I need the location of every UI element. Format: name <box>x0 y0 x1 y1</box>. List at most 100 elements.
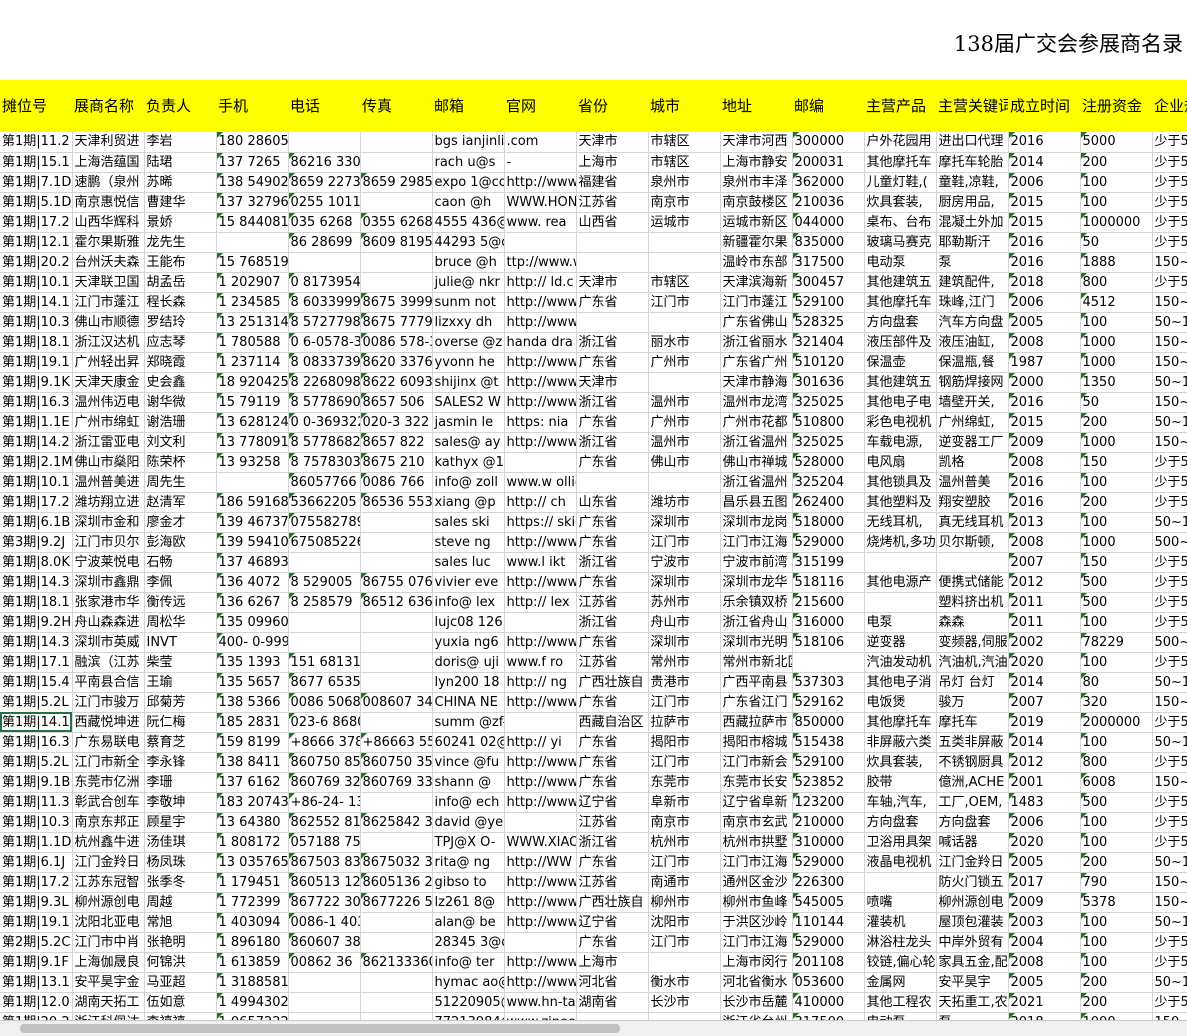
table-cell[interactable]: www.w ollie.com <box>504 472 577 493</box>
table-cell[interactable]: +86-24- 132833 <box>288 792 361 813</box>
table-cell[interactable]: 苏州市 <box>648 592 721 613</box>
table-cell[interactable]: 137 32796 <box>216 192 289 213</box>
table-cell[interactable]: 529000 <box>792 932 865 953</box>
table-cell[interactable]: 100 <box>1080 612 1153 633</box>
table-cell[interactable]: http://www <box>504 752 577 773</box>
table-cell[interactable]: 新疆霍尔果 <box>720 232 793 253</box>
table-cell[interactable]: 河北省 <box>576 972 649 993</box>
table-cell[interactable] <box>792 652 865 673</box>
table-cell[interactable]: 325025 <box>792 392 865 413</box>
table-cell[interactable]: www.f ro <box>504 652 577 673</box>
table-cell[interactable]: 淋浴柱龙头 <box>864 932 937 953</box>
table-cell[interactable]: 8 258579 <box>288 592 361 613</box>
table-cell[interactable]: 515438 <box>792 732 865 753</box>
table-cell[interactable]: overse @z <box>432 332 505 353</box>
table-cell[interactable]: 衡水市 <box>648 972 721 993</box>
table-cell[interactable]: 316000 <box>792 612 865 633</box>
table-cell[interactable] <box>360 252 433 273</box>
table-cell[interactable]: 长沙市 <box>648 992 721 1013</box>
table-cell[interactable]: 第1期|17.2 <box>0 492 73 513</box>
table-cell[interactable]: 50~15 <box>1152 672 1187 693</box>
table-cell[interactable]: 0086-1 40309495 <box>288 912 361 933</box>
table-cell[interactable]: 135 09960 <box>216 612 289 633</box>
table-cell[interactable]: 50~15 <box>1152 972 1187 993</box>
table-cell[interactable]: 020-3 322 <box>360 412 433 433</box>
table-cell[interactable]: 周先生 <box>144 472 217 493</box>
table-cell[interactable]: 第1期|14.3 <box>0 632 73 653</box>
table-cell[interactable]: 浙江省舟山 <box>720 612 793 633</box>
table-cell[interactable]: 东莞市亿洲 <box>72 772 145 793</box>
table-cell[interactable]: 2016 <box>1008 232 1081 253</box>
table-cell[interactable]: 2003 <box>1008 912 1081 933</box>
table-cell[interactable]: 第1期|8.0K <box>0 552 73 573</box>
table-cell[interactable]: 广东省 <box>576 532 649 553</box>
table-cell[interactable] <box>504 232 577 253</box>
table-cell[interactable]: 325025 <box>792 432 865 453</box>
table-cell[interactable]: 东莞市 <box>648 772 721 793</box>
table-cell[interactable]: 第1期|1.1D <box>0 832 73 853</box>
table-cell[interactable] <box>504 812 577 833</box>
table-cell[interactable]: 150~ <box>1152 352 1187 373</box>
table-cell[interactable]: 150~ <box>1152 252 1187 273</box>
table-cell[interactable]: 湖南省 <box>576 992 649 1013</box>
table-cell[interactable]: 528000 <box>792 452 865 473</box>
table-cell[interactable]: 伍如意 <box>144 992 217 1013</box>
table-cell[interactable]: 13 778091 <box>216 432 289 453</box>
table-cell[interactable]: 400- 0-9997 <box>216 632 289 653</box>
table-cell[interactable]: 00862 36 <box>288 952 361 973</box>
table-cell[interactable]: 浙江省 <box>576 332 649 353</box>
table-cell[interactable]: info@ zoll <box>432 472 505 493</box>
table-cell[interactable]: 1483 <box>1008 792 1081 813</box>
table-cell[interactable]: 529100 <box>792 292 865 313</box>
table-cell[interactable]: 江苏省 <box>576 652 649 673</box>
table-cell[interactable]: 何锦洪 <box>144 952 217 973</box>
table-cell[interactable]: 第1期|6.1B <box>0 512 73 533</box>
table-cell[interactable]: 13 64380 <box>216 812 289 833</box>
table-cell[interactable]: 2009 <box>1008 432 1081 453</box>
table-cell[interactable]: 少于5 <box>1152 992 1187 1013</box>
table-cell[interactable]: - <box>504 152 577 173</box>
table-cell[interactable]: 518106 <box>792 632 865 653</box>
table-cell[interactable]: 529000 <box>792 532 865 553</box>
table-cell[interactable]: 江门市 <box>648 692 721 713</box>
table-cell[interactable]: 2007 <box>1008 692 1081 713</box>
table-cell[interactable]: 逆变器 <box>864 632 937 653</box>
column-header[interactable]: 主营关键词 <box>936 80 1008 132</box>
table-cell[interactable]: 135 5657 <box>216 672 289 693</box>
table-cell[interactable] <box>864 552 937 573</box>
table-cell[interactable]: 广西平南县 <box>720 672 793 693</box>
column-header[interactable]: 邮箱 <box>432 80 504 132</box>
table-cell[interactable]: 186 59168 <box>216 492 289 513</box>
table-cell[interactable]: 2008 <box>1008 332 1081 353</box>
table-cell[interactable]: 第1期|11.3 <box>0 792 73 813</box>
table-cell[interactable]: 2005 <box>1008 852 1081 873</box>
table-cell[interactable]: ttp://www.wolfsonpump.com/ <box>504 252 577 273</box>
table-cell[interactable]: 山西华辉科 <box>72 212 145 233</box>
table-cell[interactable] <box>648 472 721 493</box>
table-cell[interactable]: http:// ng <box>504 672 577 693</box>
column-header[interactable]: 邮编 <box>792 80 864 132</box>
table-cell[interactable]: 第1期|14.1 <box>0 292 73 313</box>
table-cell[interactable]: 136 4072 <box>216 572 289 593</box>
table-cell[interactable]: 2016 <box>1008 472 1081 493</box>
table-cell[interactable]: 86536 553 <box>360 492 433 513</box>
table-cell[interactable] <box>504 612 577 633</box>
table-cell[interactable]: jasmin le <box>432 412 505 433</box>
table-cell[interactable]: 13 251314 <box>216 312 289 333</box>
table-cell[interactable]: 深圳市龙华 <box>720 572 793 593</box>
table-cell[interactable]: 第1期|18.1 <box>0 592 73 613</box>
table-cell[interactable]: 150~ <box>1152 692 1187 713</box>
table-cell[interactable]: 518116 <box>792 572 865 593</box>
table-cell[interactable]: 陆珺 <box>144 152 217 173</box>
table-cell[interactable]: 彰武合创车 <box>72 792 145 813</box>
table-cell[interactable]: 谢华微 <box>144 392 217 413</box>
table-cell[interactable]: 1000 <box>1080 532 1153 553</box>
table-cell[interactable]: 江门市江海 <box>720 932 793 953</box>
table-cell[interactable]: 138 54902 <box>216 172 289 193</box>
table-cell[interactable] <box>360 652 433 673</box>
table-cell[interactable]: 528325 <box>792 312 865 333</box>
table-cell[interactable]: 江苏省 <box>576 592 649 613</box>
column-header[interactable]: 城市 <box>648 80 720 132</box>
table-cell[interactable]: 200 <box>1080 412 1153 433</box>
table-cell[interactable]: 广州市 <box>648 352 721 373</box>
